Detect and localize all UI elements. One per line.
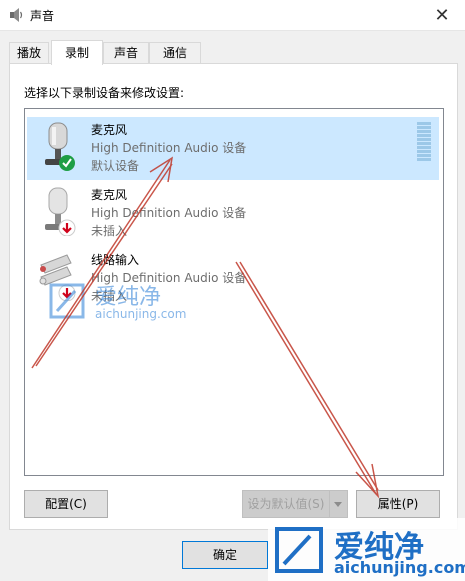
window-title: 声音	[30, 9, 55, 23]
device-description: High Definition Audio 设备	[91, 141, 247, 155]
microphone-icon	[45, 122, 75, 171]
device-name: 线路输入	[91, 253, 140, 267]
tab-playback[interactable]: 播放	[9, 42, 49, 63]
ok-button[interactable]: 确定	[182, 541, 268, 569]
line-in-jack-icon	[39, 254, 76, 301]
device-description: High Definition Audio 设备	[91, 271, 247, 285]
tab-recording[interactable]: 录制	[51, 40, 103, 65]
tab-communications[interactable]: 通信	[149, 42, 201, 63]
device-status: 默认设备	[91, 159, 140, 173]
set-default-button[interactable]: 设为默认值(S)	[242, 490, 330, 518]
device-row-line-in[interactable]: 线路输入 High Definition Audio 设备 未插入	[27, 247, 439, 310]
watermark-logo-icon	[275, 527, 323, 573]
level-meter	[417, 122, 431, 164]
chevron-down-icon	[334, 502, 342, 507]
device-list[interactable]: 麦克风 High Definition Audio 设备 默认设备 麦克风 Hi…	[24, 108, 444, 476]
set-default-dropdown[interactable]	[330, 490, 348, 518]
device-status: 未插入	[91, 224, 128, 238]
watermark-url: aichunjing.com	[334, 558, 465, 577]
recording-panel: 选择以下录制设备来修改设置: 麦克风 High Definition Audio…	[9, 63, 458, 530]
microphone-icon	[45, 187, 76, 236]
device-row-microphone-default[interactable]: 麦克风 High Definition Audio 设备 默认设备	[27, 117, 439, 180]
device-name: 麦克风	[91, 123, 128, 137]
device-row-microphone-unplugged[interactable]: 麦克风 High Definition Audio 设备 未插入	[27, 182, 439, 245]
properties-button[interactable]: 属性(P)	[356, 490, 440, 518]
close-icon: ✕	[434, 4, 450, 26]
device-description: High Definition Audio 设备	[91, 206, 247, 220]
title-bar: 声音 ✕	[0, 0, 465, 31]
speaker-icon	[10, 8, 23, 22]
tab-sounds[interactable]: 声音	[103, 42, 149, 63]
instruction-label: 选择以下录制设备来修改设置:	[24, 86, 185, 100]
configure-button[interactable]: 配置(C)	[24, 490, 108, 518]
close-button[interactable]: ✕	[419, 0, 465, 30]
device-status: 未插入	[91, 289, 128, 303]
device-name: 麦克风	[91, 188, 128, 202]
